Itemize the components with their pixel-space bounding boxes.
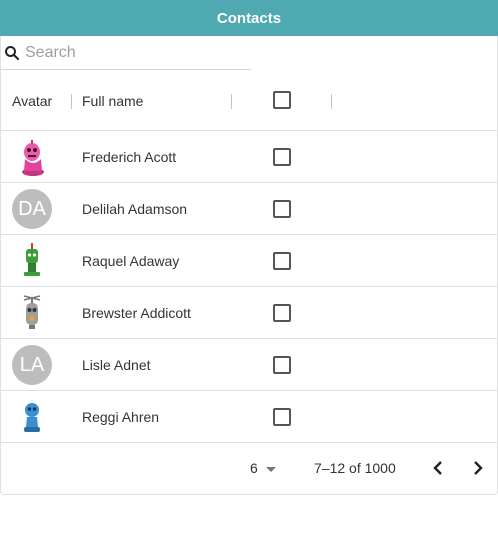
row-checkbox[interactable]: [273, 356, 291, 374]
page-size-select[interactable]: 6: [250, 442, 276, 494]
contact-name: Raquel Adaway: [82, 253, 180, 269]
column-header-avatar[interactable]: Avatar: [12, 70, 52, 131]
pagination-range: 7–12 of 1000: [314, 460, 396, 476]
search-bar: [1, 36, 251, 70]
contacts-grid: Avatar Full name Frederich Acott DA Deli…: [0, 36, 498, 495]
pink-robot-icon: [22, 140, 44, 176]
contact-name: Frederich Acott: [82, 149, 177, 165]
table-row[interactable]: LA Lisle Adnet: [1, 339, 497, 391]
contact-name: Delilah Adamson: [82, 201, 188, 217]
row-checkbox[interactable]: [273, 148, 291, 166]
caret-down-icon: [265, 466, 276, 472]
previous-page-button[interactable]: [426, 456, 450, 480]
table-row[interactable]: DA Delilah Adamson: [1, 183, 497, 235]
row-checkbox[interactable]: [273, 408, 291, 426]
gray-robot-icon: [23, 295, 41, 329]
pagination-footer: 6 7–12 of 1000: [1, 442, 497, 494]
app-title: Contacts: [216, 9, 282, 27]
column-separator[interactable]: [71, 94, 72, 109]
row-checkbox[interactable]: [273, 252, 291, 270]
grid-header: Avatar Full name: [1, 70, 497, 131]
column-separator[interactable]: [331, 94, 332, 109]
next-page-button[interactable]: [466, 456, 490, 480]
search-icon: [5, 45, 20, 60]
column-separator[interactable]: [231, 94, 232, 109]
table-row[interactable]: Frederich Acott: [1, 131, 497, 183]
app-bar: Contacts: [0, 0, 498, 36]
blue-robot-icon: [24, 403, 40, 432]
contact-name: Brewster Addicott: [82, 305, 191, 321]
avatar-initials: DA: [12, 189, 52, 229]
search-input[interactable]: [25, 43, 245, 62]
row-checkbox[interactable]: [273, 200, 291, 218]
select-all-checkbox[interactable]: [273, 91, 291, 109]
contact-name: Reggi Ahren: [82, 409, 160, 425]
table-row[interactable]: Raquel Adaway: [1, 235, 497, 287]
avatar-initials: LA: [12, 345, 52, 385]
table-row[interactable]: Brewster Addicott: [1, 287, 497, 339]
column-header-full-name[interactable]: Full name: [82, 70, 143, 131]
contact-name: Lisle Adnet: [82, 357, 151, 373]
page-size-value: 6: [250, 460, 258, 476]
row-checkbox[interactable]: [273, 304, 291, 322]
table-row[interactable]: Reggi Ahren: [1, 391, 497, 443]
green-robot-icon: [24, 243, 40, 276]
